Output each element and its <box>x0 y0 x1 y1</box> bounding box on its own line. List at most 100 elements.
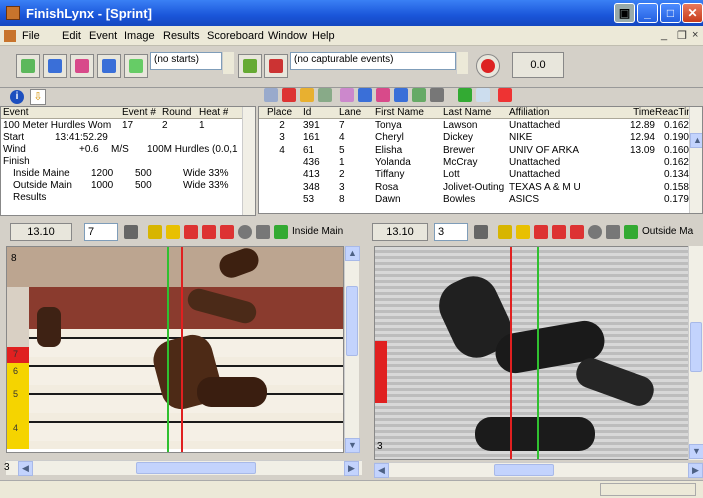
capture-events-icon[interactable] <box>238 54 262 78</box>
next-heat-icon[interactable] <box>97 54 121 78</box>
left-photofinish-image[interactable]: 7 6 5 4 8 <box>6 246 344 453</box>
capture-icon[interactable] <box>16 54 40 78</box>
table-row[interactable]: 2 391 7 Tonya Lawson Unattached 12.89 0.162 <box>259 120 689 132</box>
scroll-up-icon[interactable]: ▲ <box>690 133 702 148</box>
no-capture-icon[interactable] <box>476 54 500 78</box>
right-photofinish-image[interactable]: 3 <box>374 246 692 460</box>
delete-icon[interactable] <box>282 88 296 102</box>
table-icon[interactable] <box>624 225 638 239</box>
split-icon[interactable] <box>476 88 490 102</box>
menu-image[interactable]: Image <box>124 30 155 42</box>
event-grid-scrollbar[interactable] <box>242 107 255 215</box>
main-toolbar: (no starts) (no capturable events) <box>0 46 703 88</box>
info-icon[interactable]: i <box>10 90 24 104</box>
starts-spinner[interactable] <box>222 52 234 74</box>
hairline-icon[interactable] <box>220 225 234 239</box>
camera-row[interactable]: Outside Main 1000 500 Wide 33% <box>1 180 242 192</box>
align-icon[interactable] <box>124 225 138 239</box>
traffic-light-icon[interactable] <box>264 54 288 78</box>
hairline-icon[interactable] <box>570 225 584 239</box>
vscroll-thumb[interactable] <box>346 286 358 356</box>
zoom-in-icon[interactable] <box>516 225 530 239</box>
maximize-button[interactable]: □ <box>660 3 681 23</box>
camera-row[interactable]: Inside Maine 1200 500 Wide 33% <box>1 168 242 180</box>
right-image-hscroll[interactable]: ◀ ▶ <box>374 462 703 478</box>
table-row[interactable]: 4 61 5 Elisha Brewer UNIV OF ARKA 13.09 0.160 <box>259 145 689 157</box>
red-hairline[interactable] <box>181 247 183 452</box>
menu-edit[interactable]: Edit <box>62 30 81 42</box>
zoom-in-icon[interactable] <box>166 225 180 239</box>
hscroll-thumb[interactable] <box>494 464 554 476</box>
open-event-icon[interactable] <box>43 54 67 78</box>
menu-file[interactable]: File <box>22 30 40 42</box>
heat-icon[interactable] <box>376 88 390 102</box>
hurdle-icon[interactable] <box>184 225 198 239</box>
starts-combo[interactable]: (no starts) <box>150 52 222 70</box>
open-heat-icon[interactable] <box>70 54 94 78</box>
scroll-right-icon[interactable]: ▶ <box>688 463 703 478</box>
minimize-button[interactable]: _ <box>637 3 658 23</box>
grid-icon[interactable] <box>264 88 278 102</box>
results-row[interactable]: Results <box>1 192 242 204</box>
scroll-left-icon[interactable]: ◀ <box>374 463 389 478</box>
down-arrow-icon[interactable]: ⇩ <box>30 89 46 105</box>
mdi-minimize-icon[interactable]: _ <box>661 29 667 41</box>
left-image-hscroll[interactable]: 3 ◀ ▶ <box>4 460 362 476</box>
scroll-left-icon[interactable]: ◀ <box>18 461 33 476</box>
copy-icon[interactable] <box>318 88 332 102</box>
zoom-out-icon[interactable] <box>148 225 162 239</box>
next-icon[interactable] <box>394 88 408 102</box>
green-hairline[interactable] <box>537 247 539 459</box>
contrast-icon[interactable] <box>588 225 602 239</box>
menu-scoreboard[interactable]: Scoreboard <box>207 30 264 42</box>
print-image-icon[interactable] <box>256 225 270 239</box>
menu-event[interactable]: Event <box>89 30 117 42</box>
scroll-down-icon[interactable]: ▼ <box>689 444 703 459</box>
find-icon[interactable] <box>300 88 314 102</box>
menu-help[interactable]: Help <box>312 30 335 42</box>
col-last-name: Last Name <box>443 107 492 118</box>
close-button[interactable]: ✕ <box>682 3 703 23</box>
events-spinner[interactable] <box>456 52 468 74</box>
table-icon[interactable] <box>274 225 288 239</box>
left-image-vscroll[interactable]: ▲ ▼ <box>344 246 360 453</box>
mdi-restore-icon[interactable]: ❐ <box>677 29 687 42</box>
event-row[interactable]: 100 Meter Hurdles Wom 17 2 1 <box>1 120 242 132</box>
results-scrollbar[interactable]: ▲ <box>689 107 702 213</box>
hscroll-thumb[interactable] <box>136 462 256 474</box>
hurdle-icon[interactable] <box>534 225 548 239</box>
sort-icon[interactable] <box>340 88 354 102</box>
zoom-out-icon[interactable] <box>498 225 512 239</box>
clear-icon[interactable] <box>498 88 512 102</box>
green-hairline[interactable] <box>167 247 169 452</box>
contrast-icon[interactable] <box>238 225 252 239</box>
scroll-down-icon[interactable]: ▼ <box>345 438 360 453</box>
runner-icon[interactable] <box>552 225 566 239</box>
table-row[interactable]: 53 8 Dawn Bowles ASICS 0.179 <box>259 194 689 206</box>
table-row[interactable]: 3 161 4 Cheryl Dickey NIKE 12.94 0.190 <box>259 132 689 144</box>
scroll-up-icon[interactable]: ▲ <box>345 246 360 261</box>
down-arrow-green-icon[interactable] <box>458 88 472 102</box>
arm-icon[interactable] <box>124 54 148 78</box>
menu-window[interactable]: Window <box>268 30 307 42</box>
mdi-close-icon[interactable]: × <box>692 29 698 41</box>
restore-window-icon[interactable]: ▣ <box>614 3 635 23</box>
right-image-vscroll[interactable]: ▼ <box>688 246 703 460</box>
left-lane-input[interactable]: 7 <box>84 223 118 241</box>
table-row[interactable]: 348 3 Rosa Jolivet-Outing TEXAS A & M U 0.158 <box>259 182 689 194</box>
events-combo[interactable]: (no capturable events) <box>290 52 456 70</box>
right-lane-input[interactable]: 3 <box>434 223 468 241</box>
tree-icon[interactable] <box>412 88 426 102</box>
print-icon[interactable] <box>430 88 444 102</box>
table-row[interactable]: 436 1 Yolanda McCray Unattached 0.162 <box>259 157 689 169</box>
col-id: Id <box>303 107 312 118</box>
print-image-icon[interactable] <box>606 225 620 239</box>
menu-results[interactable]: Results <box>163 30 200 42</box>
red-hairline[interactable] <box>510 247 512 459</box>
table-row[interactable]: 413 2 Tiffany Lott Unattached 0.134 <box>259 169 689 181</box>
runner-icon[interactable] <box>202 225 216 239</box>
vscroll-thumb[interactable] <box>690 322 702 372</box>
open-icon[interactable] <box>358 88 372 102</box>
align-icon[interactable] <box>474 225 488 239</box>
scroll-right-icon[interactable]: ▶ <box>344 461 359 476</box>
